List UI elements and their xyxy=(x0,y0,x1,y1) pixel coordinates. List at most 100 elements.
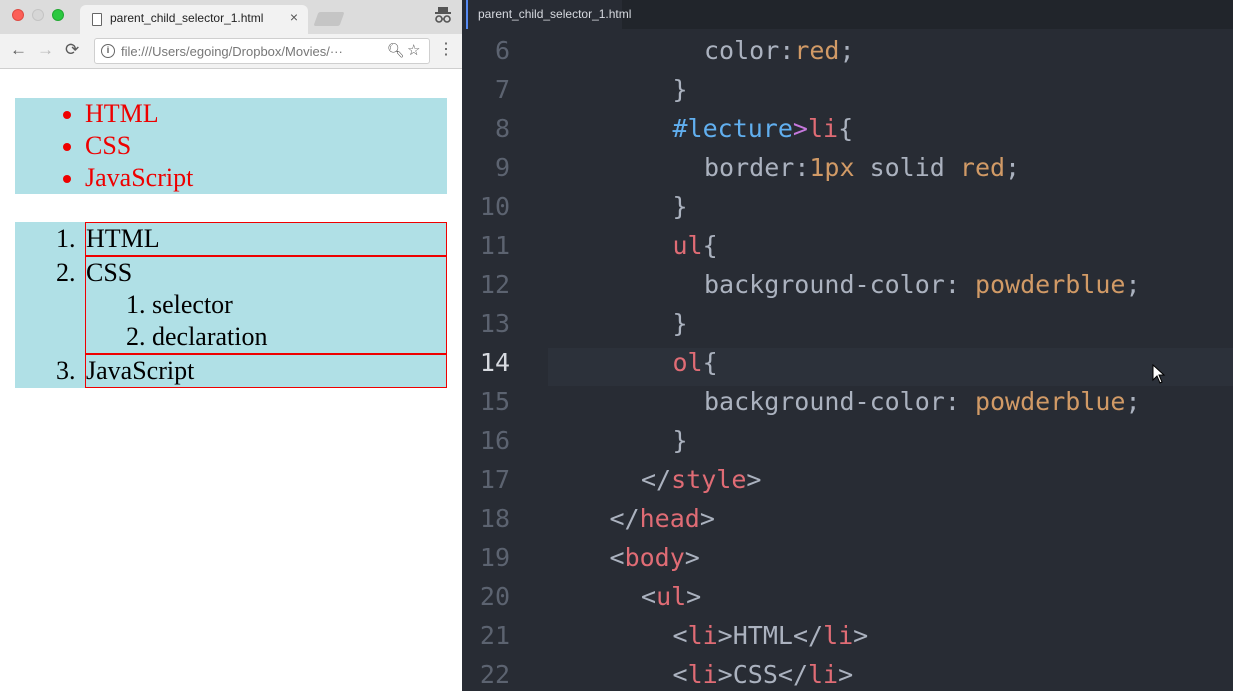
code-token: li xyxy=(808,660,839,689)
nested-list-item: 2. declaration xyxy=(126,321,268,353)
code-line[interactable]: 9 border:1px solid red; xyxy=(466,146,1233,185)
code-line[interactable]: 20 <ul> xyxy=(466,575,1233,614)
code-token: : xyxy=(944,270,975,299)
tab-close-icon[interactable]: × xyxy=(290,9,298,25)
code-line[interactable]: 13} xyxy=(466,302,1233,341)
back-arrow-icon[interactable]: ← xyxy=(10,40,27,60)
forward-arrow-icon[interactable]: → xyxy=(37,40,54,60)
reload-icon[interactable]: ⟳ xyxy=(65,40,79,60)
editor-tab-title: parent_child_selector_1.html xyxy=(478,7,632,21)
code-text: background-color: powderblue; xyxy=(704,387,1141,416)
code-token: < xyxy=(609,543,625,572)
code-token: </ xyxy=(609,504,640,533)
line-number: 18 xyxy=(479,504,510,533)
line-number: 6 xyxy=(494,36,510,65)
editor-tab-bar: parent_child_selector_1.html xyxy=(466,0,1233,29)
ordered-list: 1. HTML 2. CSS 1. selector 2. declaratio… xyxy=(15,222,447,388)
editor-tab[interactable]: parent_child_selector_1.html xyxy=(466,0,631,29)
unordered-list: HTML CSS JavaScript xyxy=(15,98,447,194)
code-token: > xyxy=(686,582,702,611)
code-line[interactable]: 18 </head> xyxy=(466,497,1233,536)
info-icon[interactable]: i xyxy=(101,44,115,58)
code-editor: parent_child_selector_1.html 6 color: red;… xyxy=(462,0,1233,691)
line-number: 7 xyxy=(494,75,510,104)
code-text: ol{ xyxy=(673,348,718,377)
code-token: > xyxy=(717,660,733,689)
kebab-menu-icon[interactable]: ⋮ xyxy=(438,42,454,58)
code-line[interactable]: 17 </style> xyxy=(466,458,1233,497)
code-token: head xyxy=(639,504,700,533)
line-number: 8 xyxy=(494,114,510,143)
minimize-window-button[interactable] xyxy=(32,9,44,21)
line-number: 17 xyxy=(479,465,510,494)
code-token: style xyxy=(671,465,747,494)
code-text: ul{ xyxy=(673,231,718,260)
code-token: < xyxy=(672,621,688,650)
code-text: } xyxy=(673,192,688,221)
code-token: ; xyxy=(839,36,855,65)
code-line[interactable]: 15 background-color: powderblue; xyxy=(466,380,1233,419)
code-area[interactable]: 6 color:red; 7} 8 #lecture>li{9 border:1px so… xyxy=(466,29,1233,691)
code-line[interactable]: 8 #lecture>li{ xyxy=(466,107,1233,146)
code-line[interactable]: 10} xyxy=(466,185,1233,224)
code-line[interactable]: 22 <li>CSS</li> xyxy=(466,653,1233,691)
code-token: li xyxy=(823,621,854,650)
code-text: <li>CSS</li> xyxy=(673,660,854,689)
code-token: border xyxy=(704,153,795,182)
close-window-button[interactable] xyxy=(12,9,24,21)
browser-tab[interactable]: parent_child_selector_1.html × xyxy=(80,5,308,34)
code-text: <ul> xyxy=(641,582,701,611)
code-token: > xyxy=(792,114,808,143)
line-number: 13 xyxy=(479,309,510,338)
incognito-icon xyxy=(435,7,451,23)
code-token: } xyxy=(672,192,688,221)
code-token: background-color xyxy=(704,387,945,416)
browser-tab-strip: parent_child_selector_1.html × xyxy=(0,0,462,34)
code-line[interactable]: 12 background-color: powderblue; xyxy=(466,263,1233,302)
page-viewport: HTML CSS JavaScript 1. HTML 2. CSS 1. se… xyxy=(0,70,462,691)
code-token: li xyxy=(807,114,839,143)
code-text: background-color: powderblue; xyxy=(704,270,1141,299)
code-token: > xyxy=(684,543,700,572)
url-text[interactable]: file:///Users/egoing/Dropbox/Movies/··· xyxy=(121,44,343,59)
code-token: > xyxy=(746,465,762,494)
line-number: 19 xyxy=(479,543,510,572)
code-token: } xyxy=(672,309,688,338)
line-number: 12 xyxy=(479,270,510,299)
code-token: color xyxy=(704,36,780,65)
zoom-icon[interactable]: 🔍︎ xyxy=(387,42,405,59)
code-token: </ xyxy=(641,465,672,494)
code-token: ; xyxy=(1125,387,1141,416)
code-token: #lecture xyxy=(672,114,793,143)
code-line[interactable]: 19 <body> xyxy=(466,536,1233,575)
code-token: powderblue xyxy=(974,270,1126,299)
code-token: } xyxy=(672,426,688,455)
code-token: </ xyxy=(777,660,808,689)
code-line[interactable]: 7} xyxy=(466,68,1233,107)
code-line[interactable]: 14 ol{ xyxy=(466,341,1233,380)
address-bar[interactable]: i file:///Users/egoing/Dropbox/Movies/··… xyxy=(94,38,430,64)
list-number: 2. xyxy=(126,322,146,351)
code-line[interactable]: 6 color:red; xyxy=(466,29,1233,68)
code-text: </style> xyxy=(641,465,761,494)
code-token: ; xyxy=(1005,153,1021,182)
code-line[interactable]: 21 <li>HTML</li> xyxy=(466,614,1233,653)
code-token: </ xyxy=(792,621,824,650)
new-tab-button[interactable] xyxy=(313,12,345,26)
star-icon[interactable]: ☆ xyxy=(407,41,420,59)
line-number: 11 xyxy=(479,231,510,260)
list-item-text: JavaScript xyxy=(86,356,195,385)
nested-list-item: 1. selector xyxy=(126,289,233,321)
list-item: 1. HTML xyxy=(56,222,447,256)
code-line[interactable]: 11 ul{ xyxy=(466,224,1233,263)
list-item-text: CSS xyxy=(86,258,133,287)
maximize-window-button[interactable] xyxy=(52,9,64,21)
browser-window: parent_child_selector_1.html × ← → ⟳ i f… xyxy=(0,0,462,691)
code-text: } xyxy=(673,426,688,455)
code-token: li xyxy=(687,660,718,689)
code-text: } xyxy=(673,309,688,338)
list-number: 3. xyxy=(56,356,76,385)
code-line[interactable]: 16} xyxy=(466,419,1233,458)
code-token: red xyxy=(794,36,840,65)
browser-tab-title: parent_child_selector_1.html xyxy=(110,11,264,25)
